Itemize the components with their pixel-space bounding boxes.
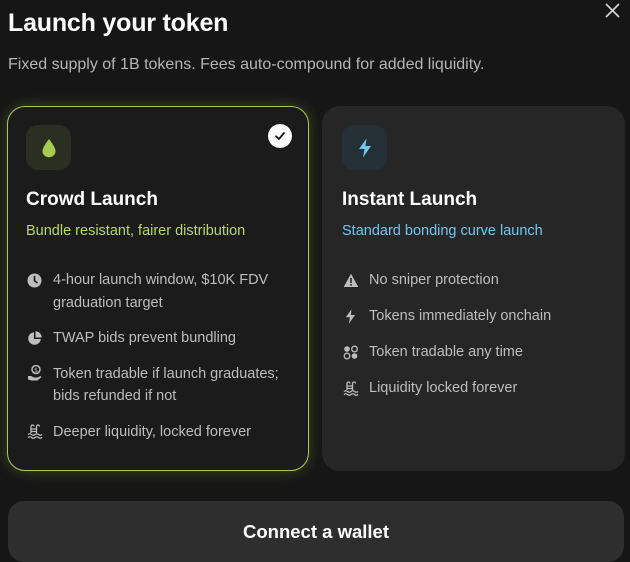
feature-item: Tokens immediately onchain xyxy=(342,305,612,328)
pie-chart-icon xyxy=(26,327,43,349)
feature-text: Deeper liquidity, locked forever xyxy=(53,423,251,440)
feature-text: Tokens immediately onchain xyxy=(369,308,552,324)
crowd-launch-icon-tile xyxy=(26,125,71,170)
modal-title: Launch your token xyxy=(8,9,229,37)
instant-launch-features: No sniper protection Tokens immediately … xyxy=(342,269,612,413)
feature-text: Liquidity locked forever xyxy=(369,380,518,396)
feature-item: Deeper liquidity, locked forever xyxy=(26,421,296,444)
clock-icon xyxy=(26,269,43,291)
instant-launch-title: Instant Launch xyxy=(342,189,478,210)
bolt-icon xyxy=(358,138,371,157)
drop-icon xyxy=(42,138,55,157)
feature-item: $ Token tradable if launch graduates; bi… xyxy=(26,363,296,408)
hand-coin-icon: $ xyxy=(26,363,43,385)
close-button[interactable] xyxy=(600,0,624,20)
feature-item: Token tradable any time xyxy=(342,341,612,364)
instant-launch-icon-tile xyxy=(342,125,387,170)
feature-text: No sniper protection xyxy=(369,272,499,288)
tokens-icon xyxy=(342,341,359,363)
connect-wallet-button[interactable]: Connect a wallet xyxy=(8,501,624,562)
crowd-launch-title: Crowd Launch xyxy=(26,189,158,210)
feature-item: 4-hour launch window, $10K FDV graduatio… xyxy=(26,269,296,314)
selected-check-badge xyxy=(268,124,292,148)
feature-item: No sniper protection xyxy=(342,269,612,292)
feature-text: Token tradable any time xyxy=(369,344,523,360)
feature-text: TWAP bids prevent bundling xyxy=(53,330,236,346)
feature-item: Liquidity locked forever xyxy=(342,377,612,400)
crowd-launch-card[interactable]: Crowd Launch Bundle resistant, fairer di… xyxy=(7,106,309,471)
warning-icon xyxy=(342,269,359,291)
feature-text: 4-hour launch window, $10K FDV graduatio… xyxy=(53,272,269,311)
launch-token-modal: Launch your token Fixed supply of 1B tok… xyxy=(0,0,630,562)
feature-item: TWAP bids prevent bundling xyxy=(26,327,296,350)
pool-icon xyxy=(26,421,43,443)
close-icon xyxy=(605,3,619,17)
pool-icon xyxy=(342,377,359,399)
instant-launch-tagline: Standard bonding curve launch xyxy=(342,223,543,239)
crowd-launch-tagline: Bundle resistant, fairer distribution xyxy=(26,223,246,239)
bolt-icon xyxy=(342,305,359,327)
instant-launch-card[interactable]: Instant Launch Standard bonding curve la… xyxy=(322,106,625,471)
check-icon xyxy=(275,132,285,140)
feature-text: Token tradable if launch graduates; bids… xyxy=(53,365,279,405)
modal-subtitle: Fixed supply of 1B tokens. Fees auto-com… xyxy=(8,56,485,73)
svg-text:$: $ xyxy=(34,367,38,374)
crowd-launch-features: 4-hour launch window, $10K FDV graduatio… xyxy=(26,269,296,456)
